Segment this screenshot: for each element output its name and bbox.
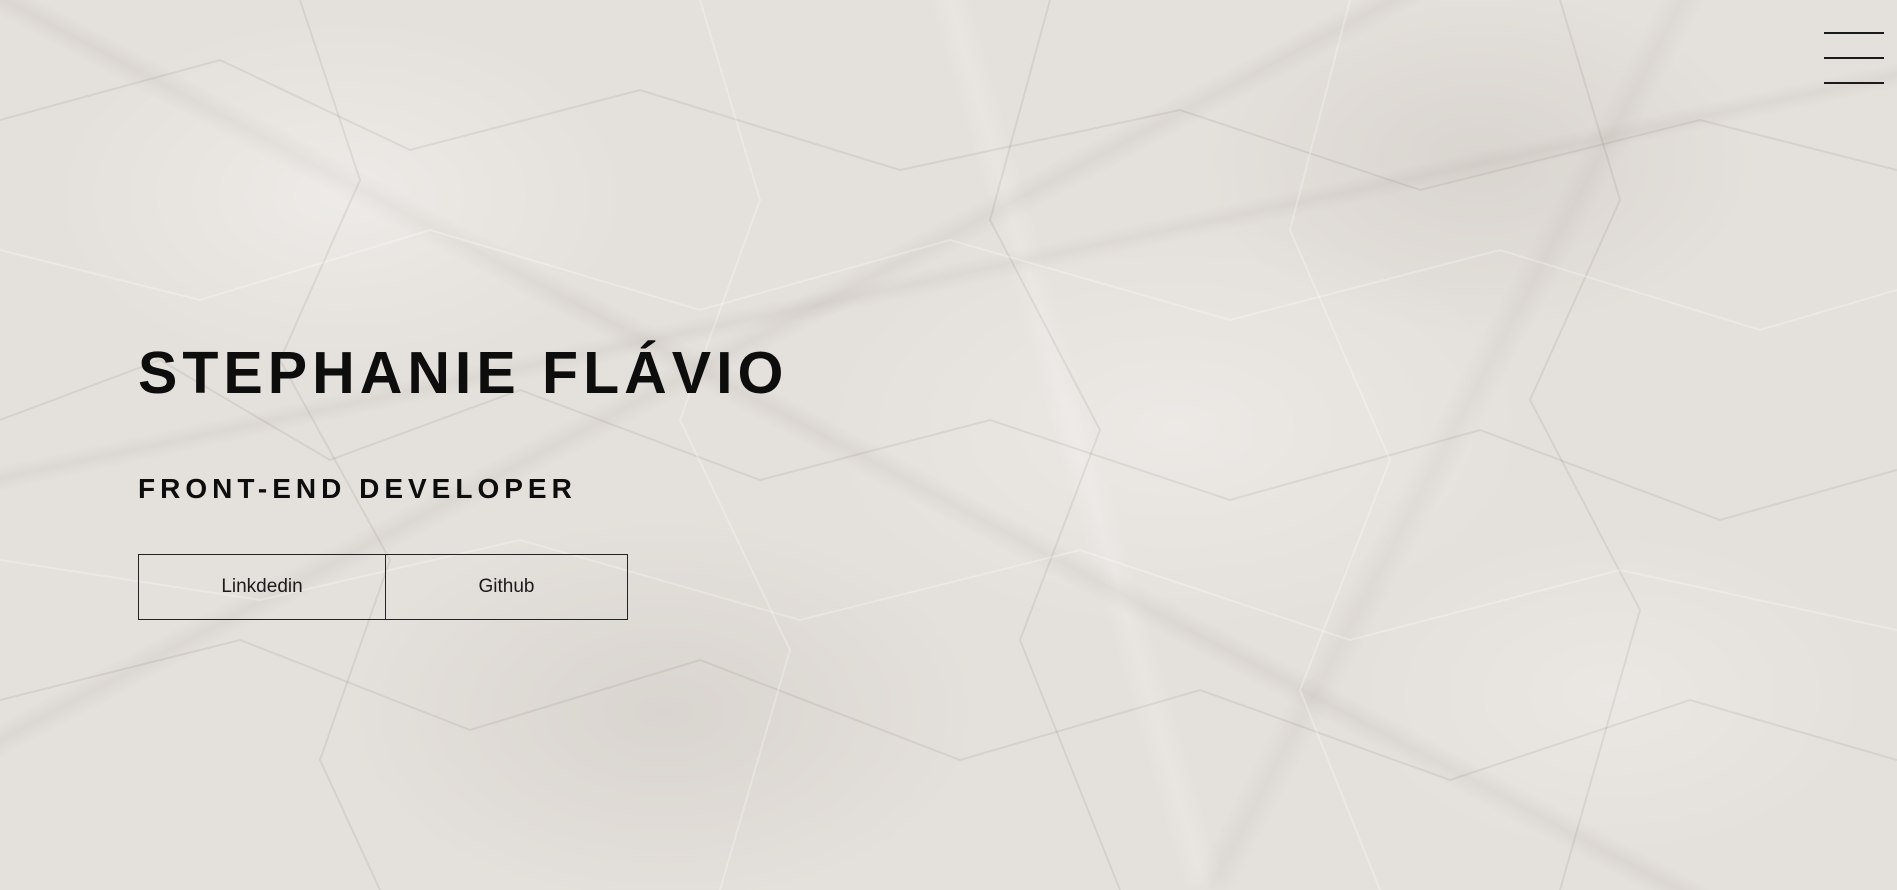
social-links: Linkdedin Github <box>138 554 628 620</box>
hamburger-menu-icon-bar <box>1824 82 1884 84</box>
paper-texture-background <box>0 0 1897 890</box>
hero-role: FRONT-END DEVELOPER <box>138 473 577 504</box>
hamburger-menu-button[interactable] <box>1822 30 1886 86</box>
hamburger-menu-icon-bar <box>1824 57 1884 59</box>
github-button[interactable]: Github <box>385 554 628 620</box>
hero-name: STEPHANIE FLÁVIO <box>138 340 789 406</box>
hamburger-menu-icon <box>1824 32 1884 34</box>
linkedin-button[interactable]: Linkdedin <box>138 554 386 620</box>
hero-section: STEPHANIE FLÁVIO FRONT-END DEVELOPER Lin… <box>138 338 789 620</box>
